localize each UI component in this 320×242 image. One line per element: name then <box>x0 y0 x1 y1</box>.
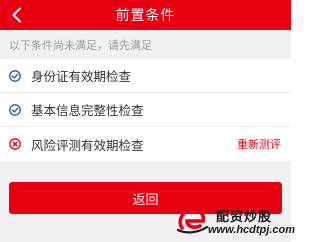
retest-button[interactable]: 重新测评 <box>237 127 281 161</box>
check-item-risk-assessment-validity: 风险评测有效期检查 重新测评 <box>0 127 291 161</box>
check-circle-icon <box>9 103 21 116</box>
watermark-url: www.hcdtpj.com <box>208 224 295 236</box>
site-watermark: 配资炒股 www.hcdtpj.com <box>176 204 295 240</box>
chevron-left-icon <box>12 7 21 23</box>
page-title: 前置条件 <box>115 8 176 24</box>
check-label: 风险评测有效期检查 <box>31 137 144 153</box>
x-circle-icon <box>9 138 21 150</box>
back-button[interactable] <box>6 2 28 28</box>
watermark-logo-icon <box>176 207 209 234</box>
header-bar: 前置条件 <box>0 0 291 30</box>
check-circle-icon <box>9 69 21 82</box>
check-item-basic-info-completeness: 基本信息完整性检查 <box>0 93 291 127</box>
unmet-conditions-notice: 以下条件尚未满足，请先满足 <box>0 30 291 59</box>
check-label: 基本信息完整性检查 <box>31 103 144 118</box>
check-item-id-card-validity: 身份证有效期检查 <box>0 59 291 93</box>
notice-text: 以下条件尚未满足，请先满足 <box>9 38 152 52</box>
precondition-list: 身份证有效期检查 基本信息完整性检查 风险评测有效期检查 重新测评 <box>0 59 291 161</box>
check-label: 身份证有效期检查 <box>31 69 132 84</box>
watermark-name: 配资炒股 <box>216 210 273 225</box>
